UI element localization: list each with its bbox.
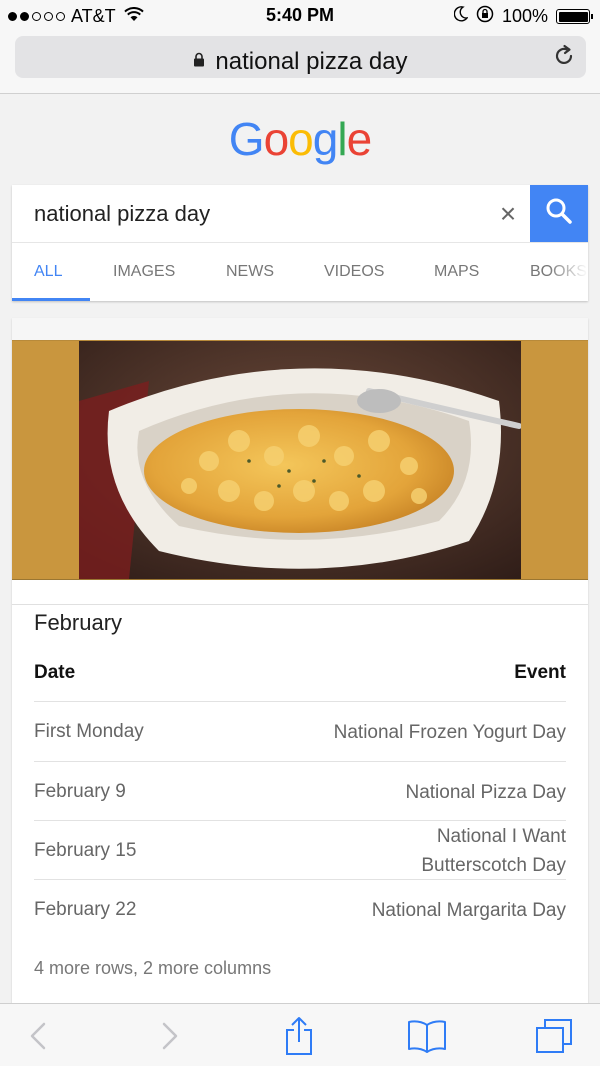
- search-button[interactable]: [530, 185, 588, 242]
- cell-event: National Pizza Day: [405, 781, 566, 803]
- result-card: February Date Event First Monday Nationa…: [12, 318, 588, 1008]
- forward-icon[interactable]: [148, 1014, 192, 1058]
- browser-address-area: national pizza day: [0, 30, 600, 94]
- clear-search-button[interactable]: ×: [490, 197, 526, 231]
- search-card: × ALL IMAGES NEWS VIDEOS MAPS BOOKS: [12, 185, 588, 301]
- battery-icon: [556, 9, 593, 24]
- url-text: national pizza day: [215, 48, 408, 75]
- search-icon: [545, 197, 573, 230]
- rotation-lock-icon: [476, 5, 494, 28]
- cell-date: First Monday: [34, 721, 144, 742]
- logo-letter: G: [228, 113, 265, 165]
- mac-and-cheese-image[interactable]: [79, 341, 521, 579]
- table-row: February 15 National I Want Butterscotch…: [34, 820, 566, 880]
- active-tab-indicator: [12, 298, 90, 301]
- cell-event: National I Want Butterscotch Day: [421, 826, 566, 876]
- browser-toolbar: [0, 1003, 600, 1066]
- address-bar[interactable]: national pizza day: [15, 36, 586, 78]
- table-row: February 22 National Margarita Day: [34, 879, 566, 939]
- tabs-icon[interactable]: [532, 1014, 576, 1058]
- logo-letter: o: [263, 113, 290, 165]
- share-icon[interactable]: [277, 1014, 321, 1058]
- moon-icon: [453, 6, 469, 27]
- cell-date: February 9: [34, 781, 126, 802]
- column-header-date: Date: [34, 662, 76, 683]
- logo-letter: o: [288, 113, 314, 165]
- cell-event: National Margarita Day: [371, 899, 566, 921]
- tab-news[interactable]: NEWS: [226, 263, 274, 281]
- image-band: [12, 340, 588, 580]
- reload-icon[interactable]: [552, 44, 576, 73]
- battery-percent: 100%: [501, 6, 548, 26]
- lock-icon: [193, 46, 205, 74]
- tab-images[interactable]: IMAGES: [113, 263, 175, 281]
- tabs-fade: [548, 243, 588, 301]
- logo-letter: e: [346, 113, 373, 165]
- status-bar: AT&T 5:40 PM 100%: [0, 0, 600, 30]
- back-icon[interactable]: [16, 1014, 60, 1058]
- table-row: February 9 National Pizza Day: [34, 761, 566, 821]
- tab-videos[interactable]: VIDEOS: [324, 263, 384, 281]
- search-input[interactable]: [12, 185, 530, 242]
- logo-letter: l: [337, 113, 347, 165]
- cell-date: February 22: [34, 899, 137, 920]
- card-top-strip: [12, 318, 588, 340]
- more-rows-link[interactable]: 4 more rows, 2 more columns: [34, 958, 271, 979]
- cell-event: National Frozen Yogurt Day: [333, 721, 566, 743]
- status-right: 100%: [453, 5, 593, 28]
- bookmarks-icon[interactable]: [405, 1014, 449, 1058]
- card-divider: [12, 604, 588, 605]
- tab-maps[interactable]: MAPS: [434, 263, 479, 281]
- logo-letter: g: [312, 113, 339, 165]
- google-logo[interactable]: Google: [0, 112, 600, 166]
- table-row: First Monday National Frozen Yogurt Day: [34, 701, 566, 761]
- address-text-row[interactable]: national pizza day: [15, 46, 586, 76]
- tab-all[interactable]: ALL: [34, 263, 62, 281]
- column-header-event: Event: [514, 662, 566, 683]
- search-tabs: ALL IMAGES NEWS VIDEOS MAPS BOOKS: [12, 242, 588, 301]
- cell-date: February 15: [34, 840, 137, 861]
- result-title: February: [34, 610, 123, 635]
